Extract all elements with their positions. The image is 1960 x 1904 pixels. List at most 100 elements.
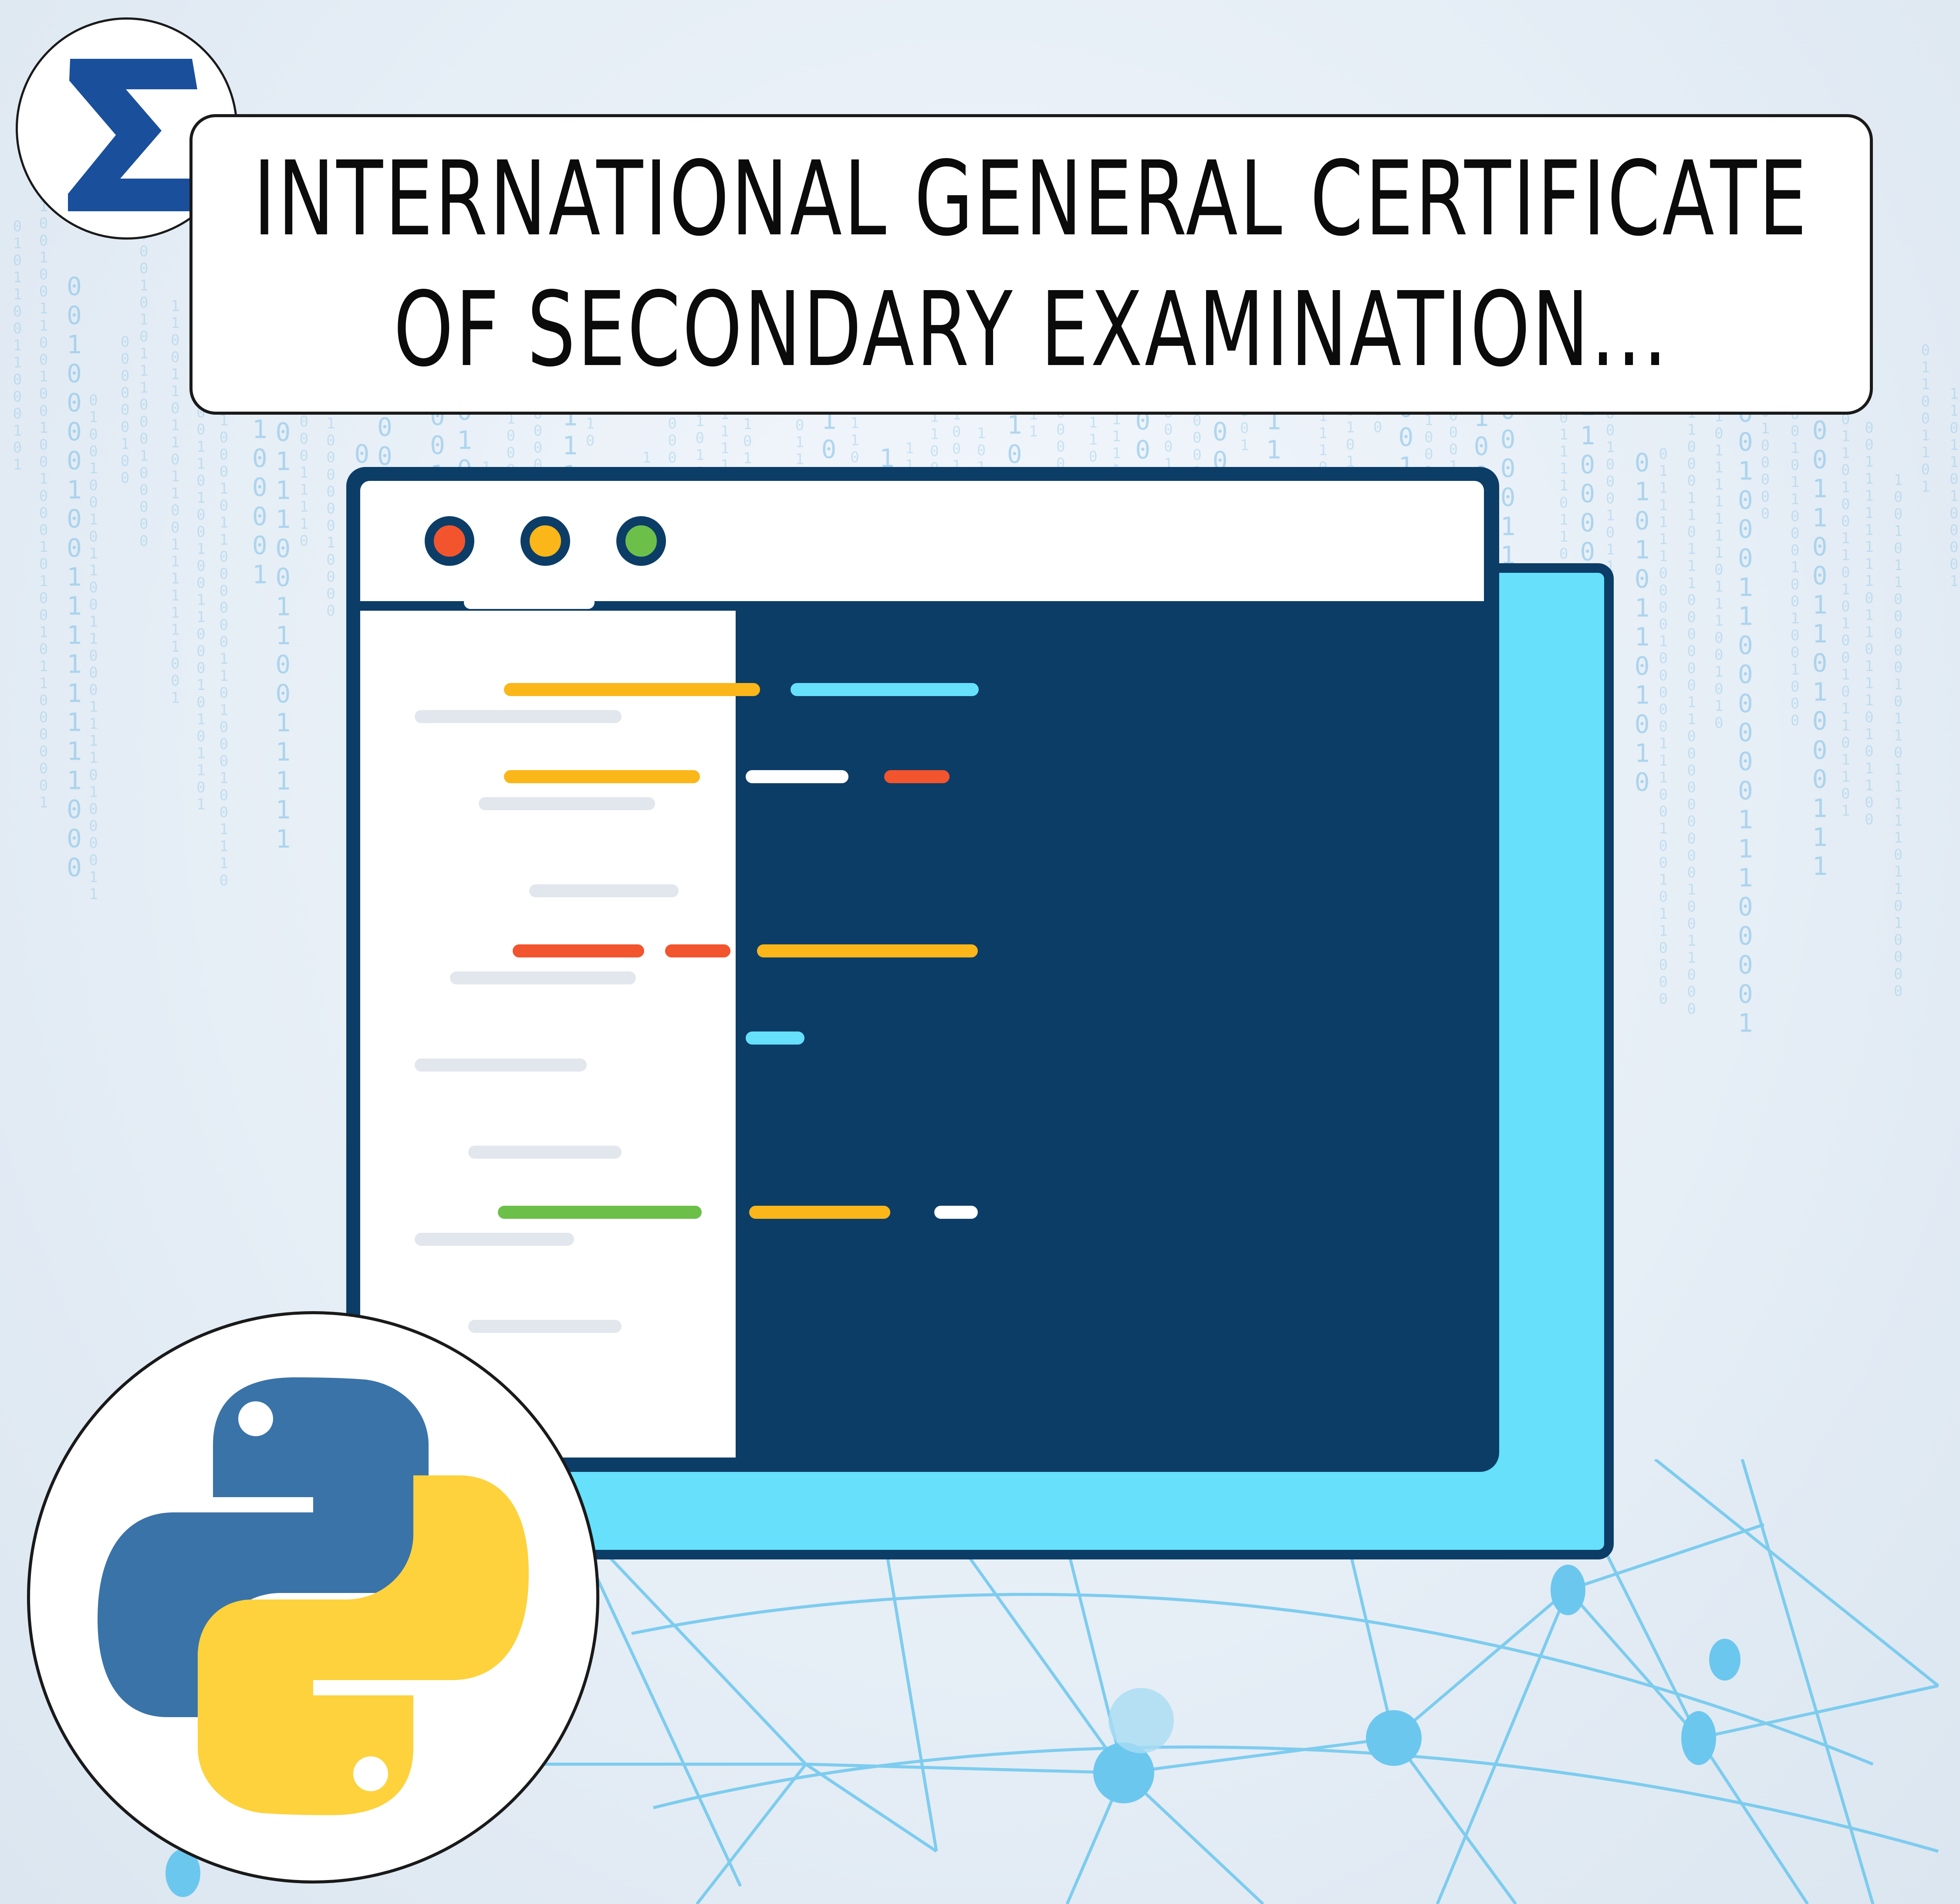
code-token (884, 770, 950, 783)
svg-text:1: 1 (1687, 932, 1696, 950)
svg-text:0: 0 (121, 384, 129, 402)
svg-text:0: 0 (121, 333, 129, 351)
svg-text:1: 1 (1865, 555, 1873, 573)
svg-text:0: 0 (39, 589, 48, 607)
minimize-dot-icon[interactable] (520, 516, 570, 566)
svg-text:0: 0 (1659, 974, 1667, 991)
svg-text:1: 1 (252, 414, 267, 444)
svg-text:0: 0 (1687, 830, 1696, 847)
svg-text:0: 0 (326, 551, 335, 568)
svg-text:0: 0 (326, 466, 335, 484)
svg-text:1: 1 (1240, 436, 1249, 454)
svg-text:1: 1 (1346, 419, 1355, 436)
svg-text:1: 1 (1894, 863, 1903, 881)
svg-text:1: 1 (1714, 493, 1723, 511)
svg-text:1: 1 (171, 621, 179, 639)
svg-text:0: 0 (196, 727, 205, 745)
maximize-dot-icon[interactable] (616, 516, 666, 566)
svg-text:0: 0 (300, 413, 308, 430)
svg-text:0: 0 (1894, 897, 1903, 915)
svg-text:1: 1 (1950, 436, 1958, 454)
svg-text:0: 0 (1894, 965, 1903, 983)
code-token (464, 596, 595, 609)
code-token (934, 1206, 978, 1219)
svg-text:1: 1 (1921, 376, 1930, 393)
svg-text:1: 1 (67, 765, 82, 795)
svg-text:0: 0 (1500, 453, 1516, 483)
svg-text:0: 0 (1921, 342, 1930, 359)
svg-text:0: 0 (1950, 470, 1958, 488)
code-token (746, 770, 848, 783)
svg-text:0: 0 (89, 528, 98, 545)
svg-text:1: 1 (1635, 593, 1650, 622)
svg-text:0: 0 (1841, 496, 1850, 513)
svg-text:1: 1 (1865, 692, 1873, 709)
svg-text:0: 0 (1894, 625, 1903, 642)
svg-text:0: 0 (220, 582, 228, 600)
svg-text:1: 1 (1865, 521, 1873, 539)
svg-text:1: 1 (1738, 1008, 1753, 1038)
svg-text:0: 0 (668, 449, 676, 467)
svg-text:1: 1 (275, 766, 291, 796)
svg-text:1: 1 (1841, 700, 1850, 717)
svg-text:1: 1 (1559, 511, 1568, 528)
svg-text:1: 1 (89, 409, 98, 426)
svg-text:1: 1 (196, 676, 205, 694)
svg-text:1: 1 (1841, 717, 1850, 734)
svg-text:0: 0 (1738, 659, 1753, 689)
svg-text:1: 1 (1841, 751, 1850, 768)
svg-text:0: 0 (1761, 454, 1770, 471)
svg-text:1: 1 (1841, 802, 1850, 820)
svg-text:0: 0 (1399, 423, 1414, 452)
svg-text:0: 0 (1865, 743, 1873, 760)
svg-text:0: 0 (326, 568, 335, 585)
svg-text:1: 1 (1738, 805, 1753, 835)
svg-text:1: 1 (1687, 558, 1696, 575)
svg-text:1: 1 (171, 383, 179, 400)
svg-text:0: 0 (220, 548, 228, 565)
svg-text:1: 1 (1088, 414, 1097, 431)
svg-text:0: 0 (275, 650, 291, 680)
svg-text:0: 0 (1088, 448, 1097, 466)
svg-text:0: 0 (326, 500, 335, 517)
svg-text:1: 1 (171, 468, 179, 485)
svg-text:0: 0 (1687, 455, 1696, 473)
svg-text:1: 1 (1894, 557, 1903, 574)
svg-text:0: 0 (39, 641, 48, 658)
svg-text:1: 1 (39, 538, 48, 556)
svg-text:1: 1 (1687, 949, 1696, 967)
svg-text:1: 1 (586, 415, 595, 433)
svg-text:0: 0 (1687, 966, 1696, 984)
svg-text:1: 1 (1687, 506, 1696, 524)
svg-text:0: 0 (39, 777, 48, 794)
svg-text:1: 1 (1865, 470, 1873, 488)
svg-text:0: 0 (1659, 599, 1667, 616)
svg-text:1: 1 (720, 423, 729, 440)
close-dot-icon[interactable] (425, 516, 474, 566)
svg-text:1: 1 (1921, 478, 1930, 495)
svg-text:0: 0 (220, 429, 228, 446)
svg-text:0: 0 (171, 502, 179, 519)
svg-text:1: 1 (1865, 606, 1873, 624)
svg-text:1: 1 (275, 824, 291, 854)
svg-text:0: 0 (1894, 642, 1903, 659)
svg-text:0: 0 (1738, 979, 1753, 1009)
svg-text:0: 0 (1007, 439, 1022, 469)
svg-text:1: 1 (275, 621, 291, 650)
svg-text:0: 0 (89, 801, 98, 818)
python-badge (27, 1311, 599, 1884)
svg-text:0: 0 (220, 787, 228, 804)
svg-text:1: 1 (1921, 427, 1930, 444)
svg-text:1: 1 (795, 451, 804, 468)
window-title-bar (360, 481, 1484, 601)
svg-text:0: 0 (1580, 508, 1595, 538)
svg-text:1: 1 (1318, 425, 1327, 442)
svg-text:0: 0 (1559, 545, 1568, 563)
svg-text:0: 0 (1950, 504, 1958, 522)
svg-text:0: 0 (13, 371, 22, 389)
svg-text:1: 1 (67, 475, 82, 504)
svg-text:0: 0 (1373, 419, 1382, 436)
svg-text:0: 0 (1841, 564, 1850, 581)
svg-text:0: 0 (1894, 540, 1903, 557)
svg-text:1: 1 (139, 362, 148, 379)
